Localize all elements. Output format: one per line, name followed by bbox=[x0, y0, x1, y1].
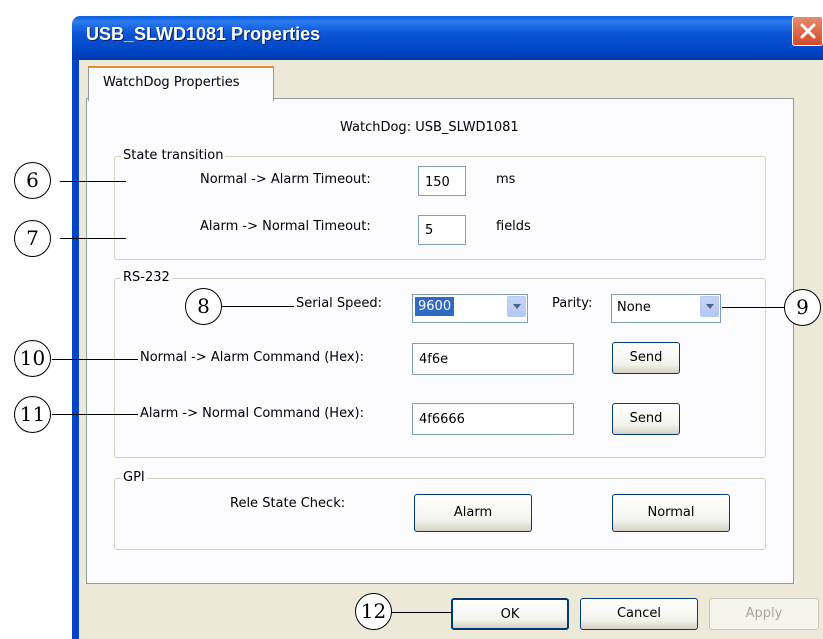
parity-label: Parity: bbox=[552, 296, 593, 311]
send-button-label: Send bbox=[629, 350, 663, 365]
chevron-down-icon[interactable] bbox=[700, 296, 719, 317]
alarm-button-label: Alarm bbox=[453, 505, 493, 520]
send-button-normal-alarm[interactable]: Send bbox=[612, 342, 680, 374]
apply-button-label: Apply bbox=[745, 606, 783, 621]
normal-alarm-timeout-label: Normal -> Alarm Timeout: bbox=[200, 172, 371, 187]
serial-speed-value: 9600 bbox=[415, 297, 455, 316]
cancel-button-label: Cancel bbox=[616, 606, 662, 621]
callout-8-leader bbox=[222, 306, 294, 307]
rele-state-check-label: Rele State Check: bbox=[230, 496, 346, 511]
watchdog-label: WatchDog: USB_SLWD1081 bbox=[340, 120, 519, 135]
ok-button-label: OK bbox=[500, 607, 520, 622]
callout-11-leader bbox=[52, 414, 138, 415]
callout-10: 10 bbox=[14, 340, 51, 377]
parity-value: None bbox=[617, 300, 651, 315]
apply-button[interactable]: Apply bbox=[709, 598, 819, 630]
alarm-normal-timeout-label: Alarm -> Normal Timeout: bbox=[200, 219, 371, 234]
alarm-normal-timeout-field[interactable]: 5 bbox=[418, 215, 466, 245]
ok-button[interactable]: OK bbox=[451, 598, 569, 630]
normal-alarm-command-label: Normal -> Alarm Command (Hex): bbox=[140, 350, 364, 365]
normal-alarm-timeout-field[interactable]: 150 bbox=[418, 166, 466, 196]
close-icon bbox=[800, 23, 816, 39]
close-button[interactable] bbox=[792, 16, 823, 46]
serial-speed-label: Serial Speed: bbox=[296, 296, 383, 311]
callout-11: 11 bbox=[14, 396, 51, 433]
normal-alarm-command-field[interactable]: 4f6e bbox=[412, 343, 574, 375]
callout-10-leader bbox=[52, 359, 138, 360]
callout-7-leader bbox=[60, 238, 126, 239]
window-title: USB_SLWD1081 Properties bbox=[86, 24, 321, 44]
fields-unit-label: fields bbox=[496, 219, 531, 234]
send-button-label: Send bbox=[629, 411, 663, 426]
send-button-alarm-normal[interactable]: Send bbox=[612, 403, 680, 435]
alarm-button[interactable]: Alarm bbox=[414, 494, 532, 532]
callout-7: 7 bbox=[14, 220, 51, 257]
normal-button-label: Normal bbox=[647, 505, 695, 520]
cancel-button[interactable]: Cancel bbox=[580, 598, 698, 630]
tab-label: WatchDog Properties bbox=[103, 75, 240, 90]
chevron-down-icon[interactable] bbox=[507, 296, 526, 317]
callout-8: 8 bbox=[185, 288, 222, 325]
callout-12: 12 bbox=[355, 593, 392, 630]
alarm-normal-command-label: Alarm -> Normal Command (Hex): bbox=[140, 406, 364, 421]
callout-6-leader bbox=[60, 181, 126, 182]
callout-6: 6 bbox=[14, 162, 51, 199]
parity-dropdown[interactable]: None bbox=[611, 294, 721, 323]
callout-12-leader bbox=[392, 612, 452, 613]
state-transition-title: State transition bbox=[121, 148, 226, 163]
callout-9: 9 bbox=[784, 289, 821, 326]
normal-button[interactable]: Normal bbox=[612, 494, 730, 532]
serial-speed-dropdown[interactable]: 9600 bbox=[412, 294, 528, 323]
rs232-title: RS-232 bbox=[121, 270, 172, 285]
alarm-normal-command-field[interactable]: 4f6666 bbox=[412, 403, 574, 435]
callout-9-leader bbox=[722, 307, 784, 308]
gpi-title: GPI bbox=[121, 470, 147, 485]
ms-unit-label: ms bbox=[496, 172, 516, 187]
